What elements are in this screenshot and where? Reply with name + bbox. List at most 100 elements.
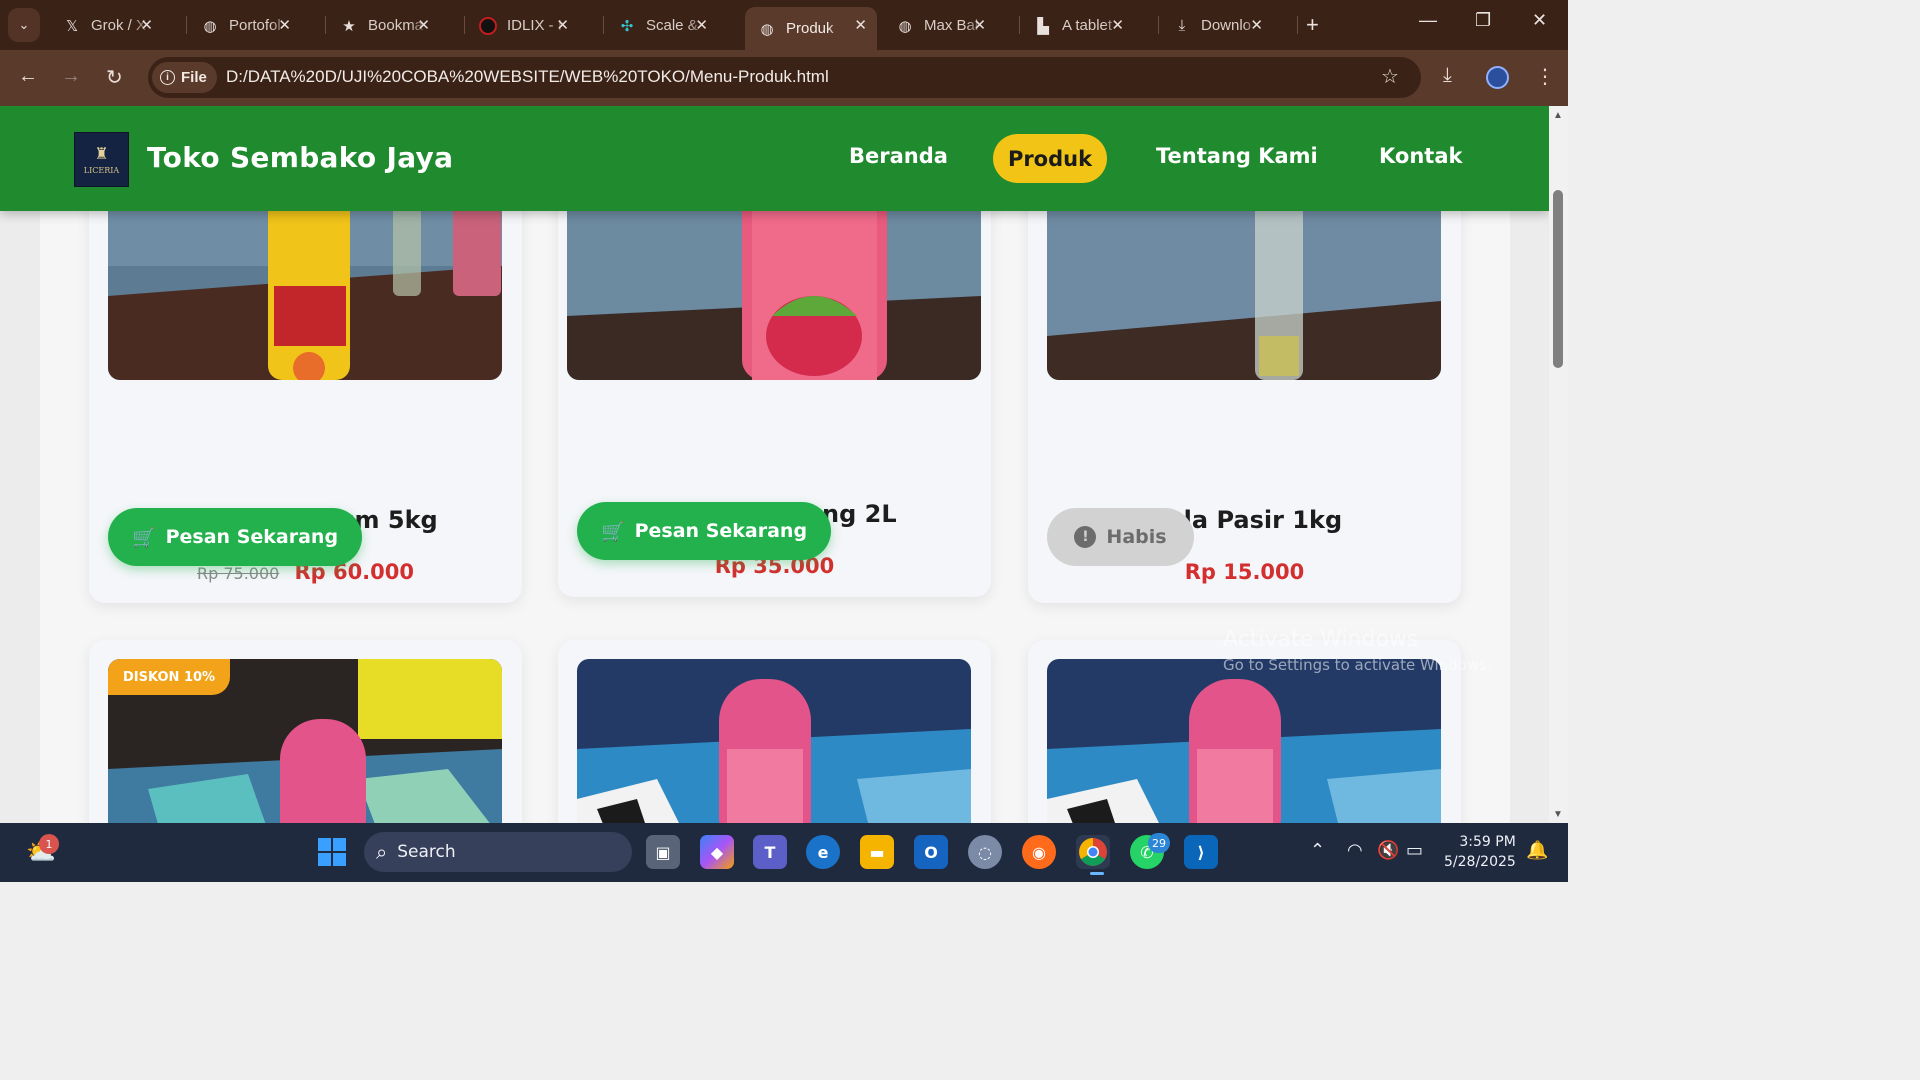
file-explorer-icon[interactable]: ▬	[860, 835, 894, 869]
firefox-icon[interactable]: ◉	[1022, 835, 1056, 869]
close-icon[interactable]: ✕	[278, 16, 291, 34]
idlix-icon	[478, 16, 498, 36]
tab-separator	[603, 16, 604, 34]
scroll-down-icon[interactable]: ▼	[1553, 809, 1563, 820]
notification-center-icon[interactable]: 🔔	[1526, 840, 1548, 861]
battery-icon[interactable]: ▭	[1406, 840, 1423, 861]
url-text[interactable]: D:/DATA%20D/UJI%20COBA%20WEBSITE/WEB%20T…	[226, 67, 829, 87]
file-chip-label: File	[181, 69, 207, 86]
more-menu-icon[interactable]: ⋮	[1535, 64, 1555, 89]
nav-link-home[interactable]: Beranda	[849, 144, 948, 168]
store-logo[interactable]: ♜ LICERIA	[74, 132, 129, 187]
close-icon[interactable]: ✕	[854, 16, 867, 34]
tab-title: Produk	[786, 20, 834, 37]
info-icon: i	[160, 70, 175, 85]
globe-icon: ◍	[203, 17, 217, 35]
tab-downloads[interactable]: ⤓ Downlo ✕	[1160, 7, 1273, 44]
close-icon[interactable]: ✕	[1250, 16, 1263, 34]
old-price: Rp 75.000	[197, 564, 280, 583]
tab-max-bal[interactable]: ◍ Max Bal ✕	[883, 7, 996, 44]
watermark-subtitle: Go to Settings to activate Windows.	[1223, 656, 1492, 674]
outlook-icon[interactable]: O	[914, 835, 948, 869]
close-icon[interactable]: ✕	[417, 16, 430, 34]
site-info-chip[interactable]: i File	[152, 62, 217, 93]
back-arrow-icon[interactable]: ←	[18, 65, 38, 88]
scale-icon: ✣	[620, 17, 634, 35]
tablet-icon: ▙	[1037, 17, 1049, 35]
tab-produk[interactable]: ◍ Produk ✕	[745, 7, 877, 50]
globe-icon: ◍	[760, 20, 774, 38]
x-logo-icon: 𝕏	[65, 17, 79, 35]
new-tab-plus-icon[interactable]: +	[1306, 12, 1319, 38]
teams-icon[interactable]: T	[753, 835, 787, 869]
app-icon[interactable]: ◌	[968, 835, 1002, 869]
tab-search-button[interactable]: ⌄	[8, 8, 40, 42]
windows-start-icon[interactable]	[315, 835, 349, 869]
clock-time: 3:59 PM	[1459, 834, 1516, 850]
sold-out-label: Habis	[1106, 526, 1167, 548]
order-button[interactable]: 🛒 Pesan Sekarang	[108, 508, 362, 566]
reload-icon[interactable]: ↻	[106, 65, 123, 90]
close-icon[interactable]: ✕	[695, 16, 708, 34]
bookmark-star-icon[interactable]: ☆	[1381, 64, 1399, 89]
nav-link-products-active[interactable]: Produk	[993, 134, 1107, 183]
watermark-title: Activate Windows	[1223, 627, 1419, 652]
close-icon[interactable]: ✕	[140, 16, 153, 34]
wifi-icon[interactable]: ◠	[1347, 840, 1363, 861]
system-clock[interactable]: 3:59 PM 5/28/2025	[1444, 832, 1516, 872]
order-button[interactable]: 🛒 Pesan Sekarang	[577, 502, 831, 560]
notification-badge: 1	[39, 834, 59, 854]
minimize-icon[interactable]: —	[1419, 10, 1437, 31]
cart-icon: 🛒	[131, 526, 156, 549]
tab-separator	[186, 16, 187, 34]
cart-icon: 🛒	[600, 520, 625, 543]
nav-link-about[interactable]: Tentang Kami	[1156, 144, 1318, 168]
chevron-up-icon[interactable]: ⌃	[1310, 840, 1325, 861]
tab-idlix[interactable]: IDLIX - I ✕	[466, 7, 579, 44]
speaker-muted-icon[interactable]: 🔇	[1377, 840, 1399, 861]
scroll-up-icon[interactable]: ▲	[1553, 110, 1563, 121]
product-image	[1047, 659, 1441, 823]
close-icon[interactable]: ✕	[556, 16, 569, 34]
tab-separator	[1019, 16, 1020, 34]
task-view-icon[interactable]: ▣	[646, 835, 680, 869]
close-icon[interactable]: ✕	[973, 16, 986, 34]
chevron-down-icon: ⌄	[18, 17, 30, 32]
close-icon[interactable]: ✕	[1111, 16, 1124, 34]
product-image	[577, 659, 971, 823]
tab-separator	[1297, 16, 1298, 34]
vscode-icon[interactable]: ⟩	[1184, 835, 1218, 869]
tab-separator	[1158, 16, 1159, 34]
order-button-label: Pesan Sekarang	[165, 526, 339, 548]
page-viewport: Beras Premium 5kg Rp 75.000 Rp 60.000 🛒 …	[0, 106, 1549, 823]
tab-tablet[interactable]: ▙ A tablet ✕	[1021, 7, 1134, 44]
store-name: Toko Sembako Jaya	[147, 141, 454, 174]
taskbar-search[interactable]: ⌕ Search	[364, 832, 632, 872]
tab-grok[interactable]: 𝕏 Grok / X ✕	[50, 7, 163, 44]
site-header: ♜ LICERIA Toko Sembako Jaya Beranda Prod…	[0, 106, 1549, 211]
tab-separator	[464, 16, 465, 34]
tab-separator	[325, 16, 326, 34]
logo-text: LICERIA	[83, 166, 120, 175]
tab-bookmarks[interactable]: ★ Bookma ✕	[327, 7, 440, 44]
profile-avatar[interactable]	[1486, 66, 1509, 89]
restore-icon[interactable]: ❐	[1475, 10, 1491, 31]
whatsapp-badge: 29	[1148, 833, 1170, 853]
chrome-icon[interactable]	[1076, 835, 1110, 869]
forward-arrow-icon[interactable]: →	[61, 65, 81, 88]
downloads-icon[interactable]: ⤓	[1443, 64, 1452, 87]
discount-badge: DISKON 10%	[108, 659, 231, 695]
sold-out-button[interactable]: ! Habis	[1047, 508, 1194, 566]
close-window-icon[interactable]: ✕	[1532, 10, 1547, 31]
tab-scale[interactable]: ✣ Scale & ✕	[605, 7, 718, 44]
alert-icon: !	[1074, 526, 1097, 548]
order-button-label: Pesan Sekarang	[634, 520, 808, 542]
copilot-icon[interactable]: ◆	[700, 835, 734, 869]
logo-mark-icon: ♜	[94, 144, 109, 163]
tab-portofolio[interactable]: ◍ Portofol ✕	[188, 7, 301, 44]
nav-link-contact[interactable]: Kontak	[1379, 144, 1462, 168]
clock-date: 5/28/2025	[1444, 854, 1516, 870]
scrollbar-thumb[interactable]	[1553, 190, 1563, 368]
edge-icon[interactable]: e	[806, 835, 840, 869]
search-icon: ⌕	[376, 840, 388, 864]
